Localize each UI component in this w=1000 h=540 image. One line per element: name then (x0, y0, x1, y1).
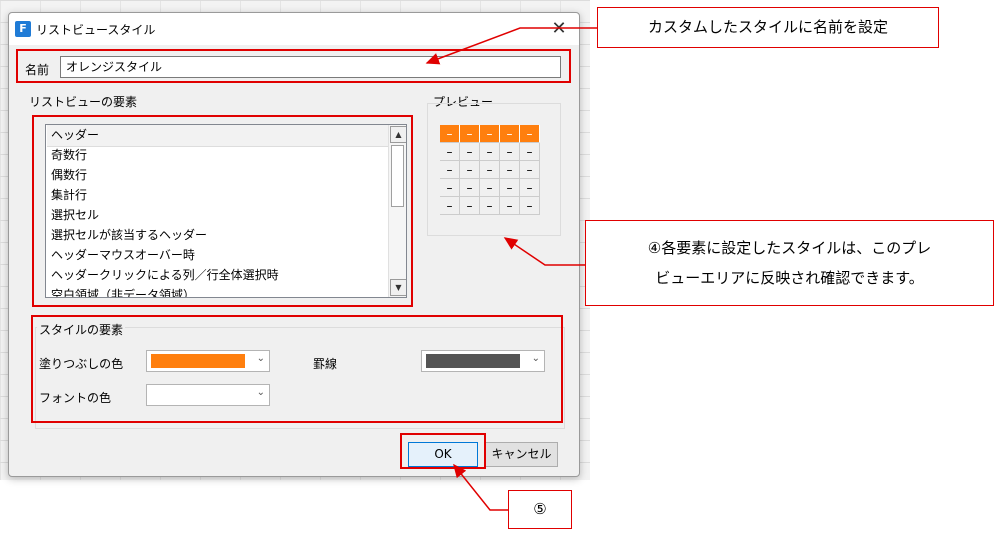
preview-callout-arrow (503, 237, 585, 266)
annotation-arrows (425, 27, 597, 511)
ok-callout-arrow (453, 463, 508, 511)
name-callout-arrow (425, 27, 597, 65)
